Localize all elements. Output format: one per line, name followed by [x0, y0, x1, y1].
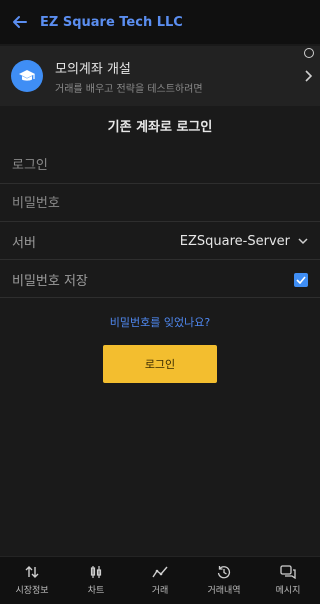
- chat-icon: [280, 565, 296, 579]
- login-input[interactable]: [12, 158, 308, 173]
- password-row: [0, 186, 320, 222]
- banner-subtitle: 거래를 배우고 전략을 테스트하려면: [55, 83, 203, 95]
- tab-label: 차트: [87, 586, 105, 596]
- page-title: EZ Square Tech LLC: [40, 14, 183, 30]
- back-button[interactable]: [0, 0, 40, 44]
- server-value: EZSquare-Server: [179, 234, 290, 249]
- save-password-checkbox[interactable]: [294, 272, 308, 287]
- tab-chart[interactable]: 차트: [64, 557, 128, 604]
- server-label: 서버: [12, 236, 36, 251]
- tab-quotes[interactable]: 시장정보: [0, 557, 64, 604]
- save-password-label: 비밀번호 저장: [12, 274, 88, 289]
- banner-title: 모의계좌 개설: [55, 61, 131, 77]
- server-row[interactable]: 서버 EZSquare-Server: [0, 224, 320, 260]
- login-row: [0, 148, 320, 184]
- forgot-password-link[interactable]: 비밀번호를 잊었나요?: [0, 314, 320, 330]
- arrows-updown-icon: [25, 566, 39, 578]
- tab-label: 메시지: [275, 586, 301, 596]
- save-password-row[interactable]: 비밀번호 저장: [0, 262, 320, 298]
- tab-history[interactable]: 거래내역: [192, 557, 256, 604]
- tab-label: 시장정보: [15, 586, 49, 596]
- top-bar: EZ Square Tech LLC: [0, 0, 320, 44]
- chevron-down-icon: [298, 238, 308, 245]
- password-input[interactable]: [12, 196, 308, 211]
- bottom-tab-bar: 시장정보 차트 거래 거래내역 메시지: [0, 556, 320, 604]
- history-icon: [217, 566, 231, 579]
- tab-label: 거래: [151, 586, 169, 596]
- candlestick-icon: [90, 566, 102, 578]
- status-dot: [304, 48, 314, 58]
- tab-trade[interactable]: 거래: [128, 557, 192, 604]
- server-select[interactable]: EZSquare-Server: [180, 234, 308, 249]
- trend-line-icon: [152, 566, 168, 578]
- chevron-right-icon: [296, 70, 320, 82]
- graduation-cap-icon: [11, 60, 43, 92]
- demo-account-banner[interactable]: 모의계좌 개설 거래를 배우고 전략을 테스트하려면: [0, 46, 320, 106]
- check-icon: [296, 275, 306, 284]
- login-heading: 기존 계좌로 로그인: [107, 120, 213, 135]
- tab-messages[interactable]: 메시지: [256, 557, 320, 604]
- arrow-left-icon: [13, 16, 27, 28]
- tab-label: 거래내역: [207, 586, 241, 596]
- login-button[interactable]: 로그인: [103, 345, 217, 383]
